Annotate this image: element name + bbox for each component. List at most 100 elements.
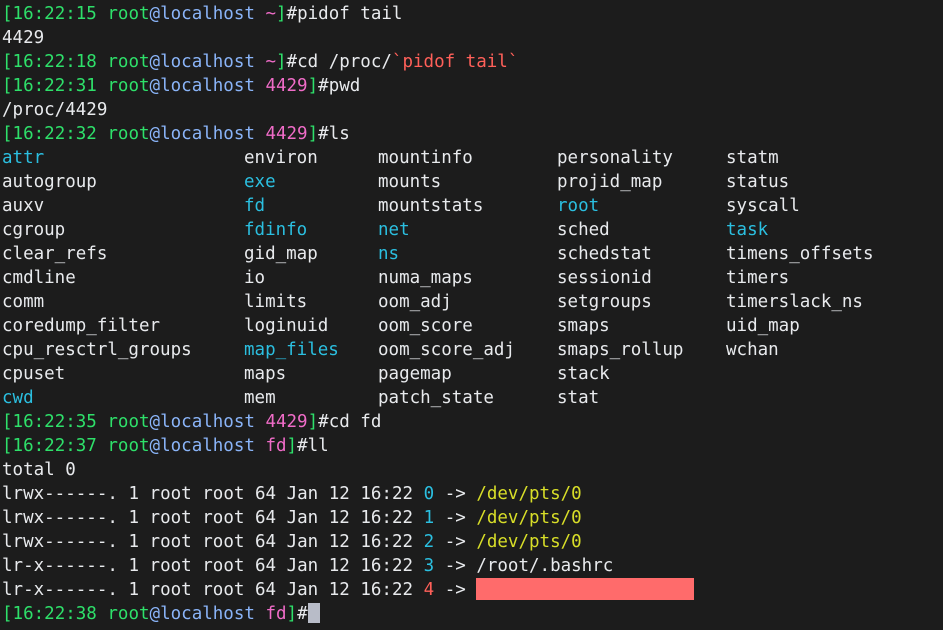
ls-entry: sched bbox=[557, 220, 610, 240]
prompt-at-host: @localhost bbox=[149, 76, 255, 96]
prompt-path: 4429 bbox=[265, 124, 308, 144]
ls-entry: smaps bbox=[557, 316, 610, 336]
ll-filename[interactable]: 3 bbox=[424, 556, 435, 576]
ls-output-grid: attr environ mountinfo personality statm auto… bbox=[2, 146, 943, 410]
ll-month: Jan bbox=[286, 556, 319, 576]
ls-entry: net bbox=[378, 220, 410, 240]
output-ll-total: total 0 bbox=[2, 458, 943, 482]
text-cursor[interactable] bbox=[307, 603, 320, 623]
ll-arrow: -> bbox=[444, 556, 466, 576]
ll-day: 12 bbox=[328, 580, 350, 600]
ll-owner: root bbox=[149, 508, 192, 528]
prompt-path: 4429 bbox=[265, 76, 308, 96]
terminal-window[interactable]: [16:22:15 root@localhost ~]#pidof tail 4… bbox=[0, 0, 943, 630]
ll-filename[interactable]: 1 bbox=[424, 508, 435, 528]
ls-entry: fd bbox=[244, 196, 266, 216]
typed-command-substitution: `pidof tail` bbox=[391, 52, 519, 72]
prompt-bracket-close: ] bbox=[307, 124, 319, 144]
output-pidof-result: 4429 bbox=[2, 26, 943, 50]
prompt-bracket-open: [ bbox=[2, 52, 13, 72]
ll-month: Jan bbox=[286, 580, 319, 600]
prompt-bracket-open: [ bbox=[2, 412, 13, 432]
ll-output-rows: lrwx------. 1 root root 64 Jan 12 16:22 … bbox=[2, 482, 943, 602]
prompt-hash: # bbox=[318, 76, 329, 96]
ll-permissions: lr-x------. bbox=[2, 580, 118, 600]
ls-entry: cwd bbox=[2, 388, 34, 408]
ls-entry: oom_score bbox=[378, 316, 473, 336]
prompt-path: ~ bbox=[265, 4, 276, 24]
ll-link-count: 1 bbox=[128, 556, 139, 576]
ls-entry: projid_map bbox=[557, 172, 663, 192]
ls-entry: limits bbox=[244, 292, 308, 312]
ls-entry: cgroup bbox=[2, 220, 66, 240]
prompt-hash: # bbox=[286, 52, 298, 72]
ll-link-target[interactable]: /dev/pts/0 bbox=[476, 532, 581, 552]
ll-link-count: 1 bbox=[128, 508, 139, 528]
prompt-user: root bbox=[107, 124, 150, 144]
prompt-time: 16:22:31 bbox=[12, 76, 97, 96]
ls-entry: environ bbox=[244, 148, 318, 168]
ll-day: 12 bbox=[328, 556, 350, 576]
ls-entry: statm bbox=[726, 148, 779, 168]
ls-row: attr environ mountinfo personality statm bbox=[2, 146, 943, 170]
ll-row: lr-x------. 1 root root 64 Jan 12 16:22 … bbox=[2, 554, 943, 578]
ls-row: autogroup exe mounts projid_map status bbox=[2, 170, 943, 194]
ls-entry: gid_map bbox=[244, 244, 318, 264]
prompt-bracket-open: [ bbox=[2, 604, 13, 624]
ll-link-target[interactable]: /dev/pts/0 bbox=[476, 484, 581, 504]
ls-entry: sessionid bbox=[557, 268, 652, 288]
ls-entry: root bbox=[557, 196, 600, 216]
ll-row: lrwx------. 1 root root 64 Jan 12 16:22 … bbox=[2, 530, 943, 554]
prompt-bracket-open: [ bbox=[2, 4, 13, 24]
ll-size: 64 bbox=[254, 556, 277, 576]
ll-month: Jan bbox=[286, 484, 319, 504]
ls-entry: oom_adj bbox=[378, 292, 452, 312]
ls-entry: mounts bbox=[378, 172, 442, 192]
ll-filename[interactable]: 2 bbox=[424, 532, 435, 552]
ls-entry: loginuid bbox=[244, 316, 329, 336]
ll-filename[interactable]: 0 bbox=[424, 484, 435, 504]
prompt-time: 16:22:18 bbox=[12, 52, 97, 72]
ll-filename[interactable]: 4 bbox=[424, 580, 435, 600]
command-line-active[interactable]: [16:22:38 root@localhost fd]# bbox=[2, 602, 943, 626]
prompt-time: 16:22:37 bbox=[12, 436, 97, 456]
ll-arrow: -> bbox=[444, 484, 466, 504]
prompt-path: fd bbox=[265, 604, 287, 624]
prompt-bracket-open: [ bbox=[2, 76, 13, 96]
ll-row: lrwx------. 1 root root 64 Jan 12 16:22 … bbox=[2, 482, 943, 506]
typed-command: pwd bbox=[328, 76, 361, 96]
ls-entry: mountstats bbox=[378, 196, 484, 216]
prompt-user: root bbox=[107, 76, 150, 96]
prompt-bracket-close: ] bbox=[286, 604, 298, 624]
prompt-user: root bbox=[107, 604, 150, 624]
ll-link-target[interactable]: /root/.bashrc bbox=[476, 556, 613, 576]
ll-group: root bbox=[202, 484, 245, 504]
prompt-bracket-open: [ bbox=[2, 124, 13, 144]
typed-command: pidof tail bbox=[297, 4, 403, 24]
prompt-time: 16:22:35 bbox=[12, 412, 97, 432]
ll-link-target[interactable]: /dev/pts/0 bbox=[476, 508, 581, 528]
command-line-cd-proc: [16:22:18 root@localhost ~]#cd /proc/`pi… bbox=[2, 50, 943, 74]
ll-owner: root bbox=[149, 532, 192, 552]
